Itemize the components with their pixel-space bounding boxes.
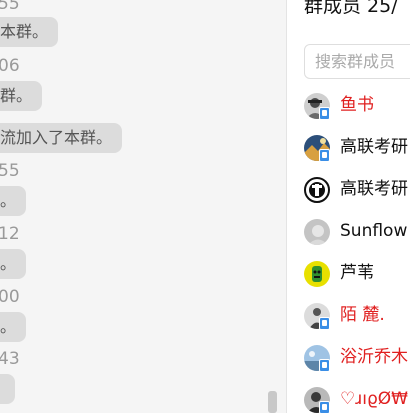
chat-scrollbar[interactable] bbox=[268, 391, 277, 413]
member-name: 鱼书 bbox=[340, 95, 374, 115]
group-members-panel: 群成员 25/ 鱼书 高联考研 高联考研 Sunflow bbox=[287, 0, 410, 413]
message-timestamp: 00 bbox=[0, 287, 20, 307]
mobile-device-icon bbox=[319, 107, 330, 120]
members-count-title: 群成员 25/ bbox=[304, 0, 398, 17]
system-notice: 流加入了本群。 bbox=[0, 123, 123, 153]
mobile-device-icon bbox=[319, 401, 330, 413]
member-search-box[interactable] bbox=[304, 44, 410, 79]
mobile-device-icon bbox=[319, 317, 330, 330]
mobile-device-icon bbox=[319, 149, 330, 162]
member-name: 浴沂乔木 bbox=[340, 347, 408, 367]
system-notice bbox=[0, 374, 15, 404]
member-name: 陌 麓. bbox=[340, 305, 385, 325]
member-item[interactable]: ♡ɹıϱØ₩ bbox=[304, 385, 410, 413]
system-notice: 本群。 bbox=[0, 17, 59, 47]
member-name: 高联考研 bbox=[340, 179, 408, 199]
message-timestamp: 43 bbox=[0, 349, 20, 369]
chat-message-area[interactable]: 55 本群。 06 群。 流加入了本群。 55 。 12 。 00 。 43 bbox=[0, 0, 286, 413]
message-timestamp: 06 bbox=[0, 56, 20, 76]
message-timestamp: 55 bbox=[0, 161, 20, 181]
member-search-input[interactable] bbox=[305, 45, 410, 78]
mobile-device-icon bbox=[319, 359, 330, 372]
cartoon-avatar-icon bbox=[304, 261, 330, 287]
member-item[interactable]: 高联考研 bbox=[304, 133, 410, 163]
logo-emblem-icon bbox=[304, 177, 330, 203]
system-notice: 。 bbox=[0, 186, 27, 216]
message-timestamp: 12 bbox=[0, 224, 20, 244]
member-name: 高联考研 bbox=[340, 137, 408, 157]
member-name: ♡ɹıϱØ₩ bbox=[340, 389, 408, 409]
message-timestamp: 55 bbox=[0, 0, 20, 14]
member-name: 芦苇 bbox=[340, 263, 374, 283]
member-item[interactable]: 鱼书 bbox=[304, 91, 410, 121]
member-item[interactable]: 陌 麓. bbox=[304, 301, 410, 331]
member-item[interactable]: Sunflow bbox=[304, 217, 410, 247]
system-notice: 群。 bbox=[0, 81, 43, 111]
member-name: Sunflow bbox=[340, 221, 408, 241]
member-item[interactable]: 芦苇 bbox=[304, 259, 410, 289]
system-notice: 。 bbox=[0, 312, 27, 342]
system-notice: 。 bbox=[0, 249, 27, 279]
sketch-avatar-icon bbox=[304, 219, 330, 245]
member-item[interactable]: 高联考研 bbox=[304, 175, 410, 205]
member-item[interactable]: 浴沂乔木 bbox=[304, 343, 410, 373]
